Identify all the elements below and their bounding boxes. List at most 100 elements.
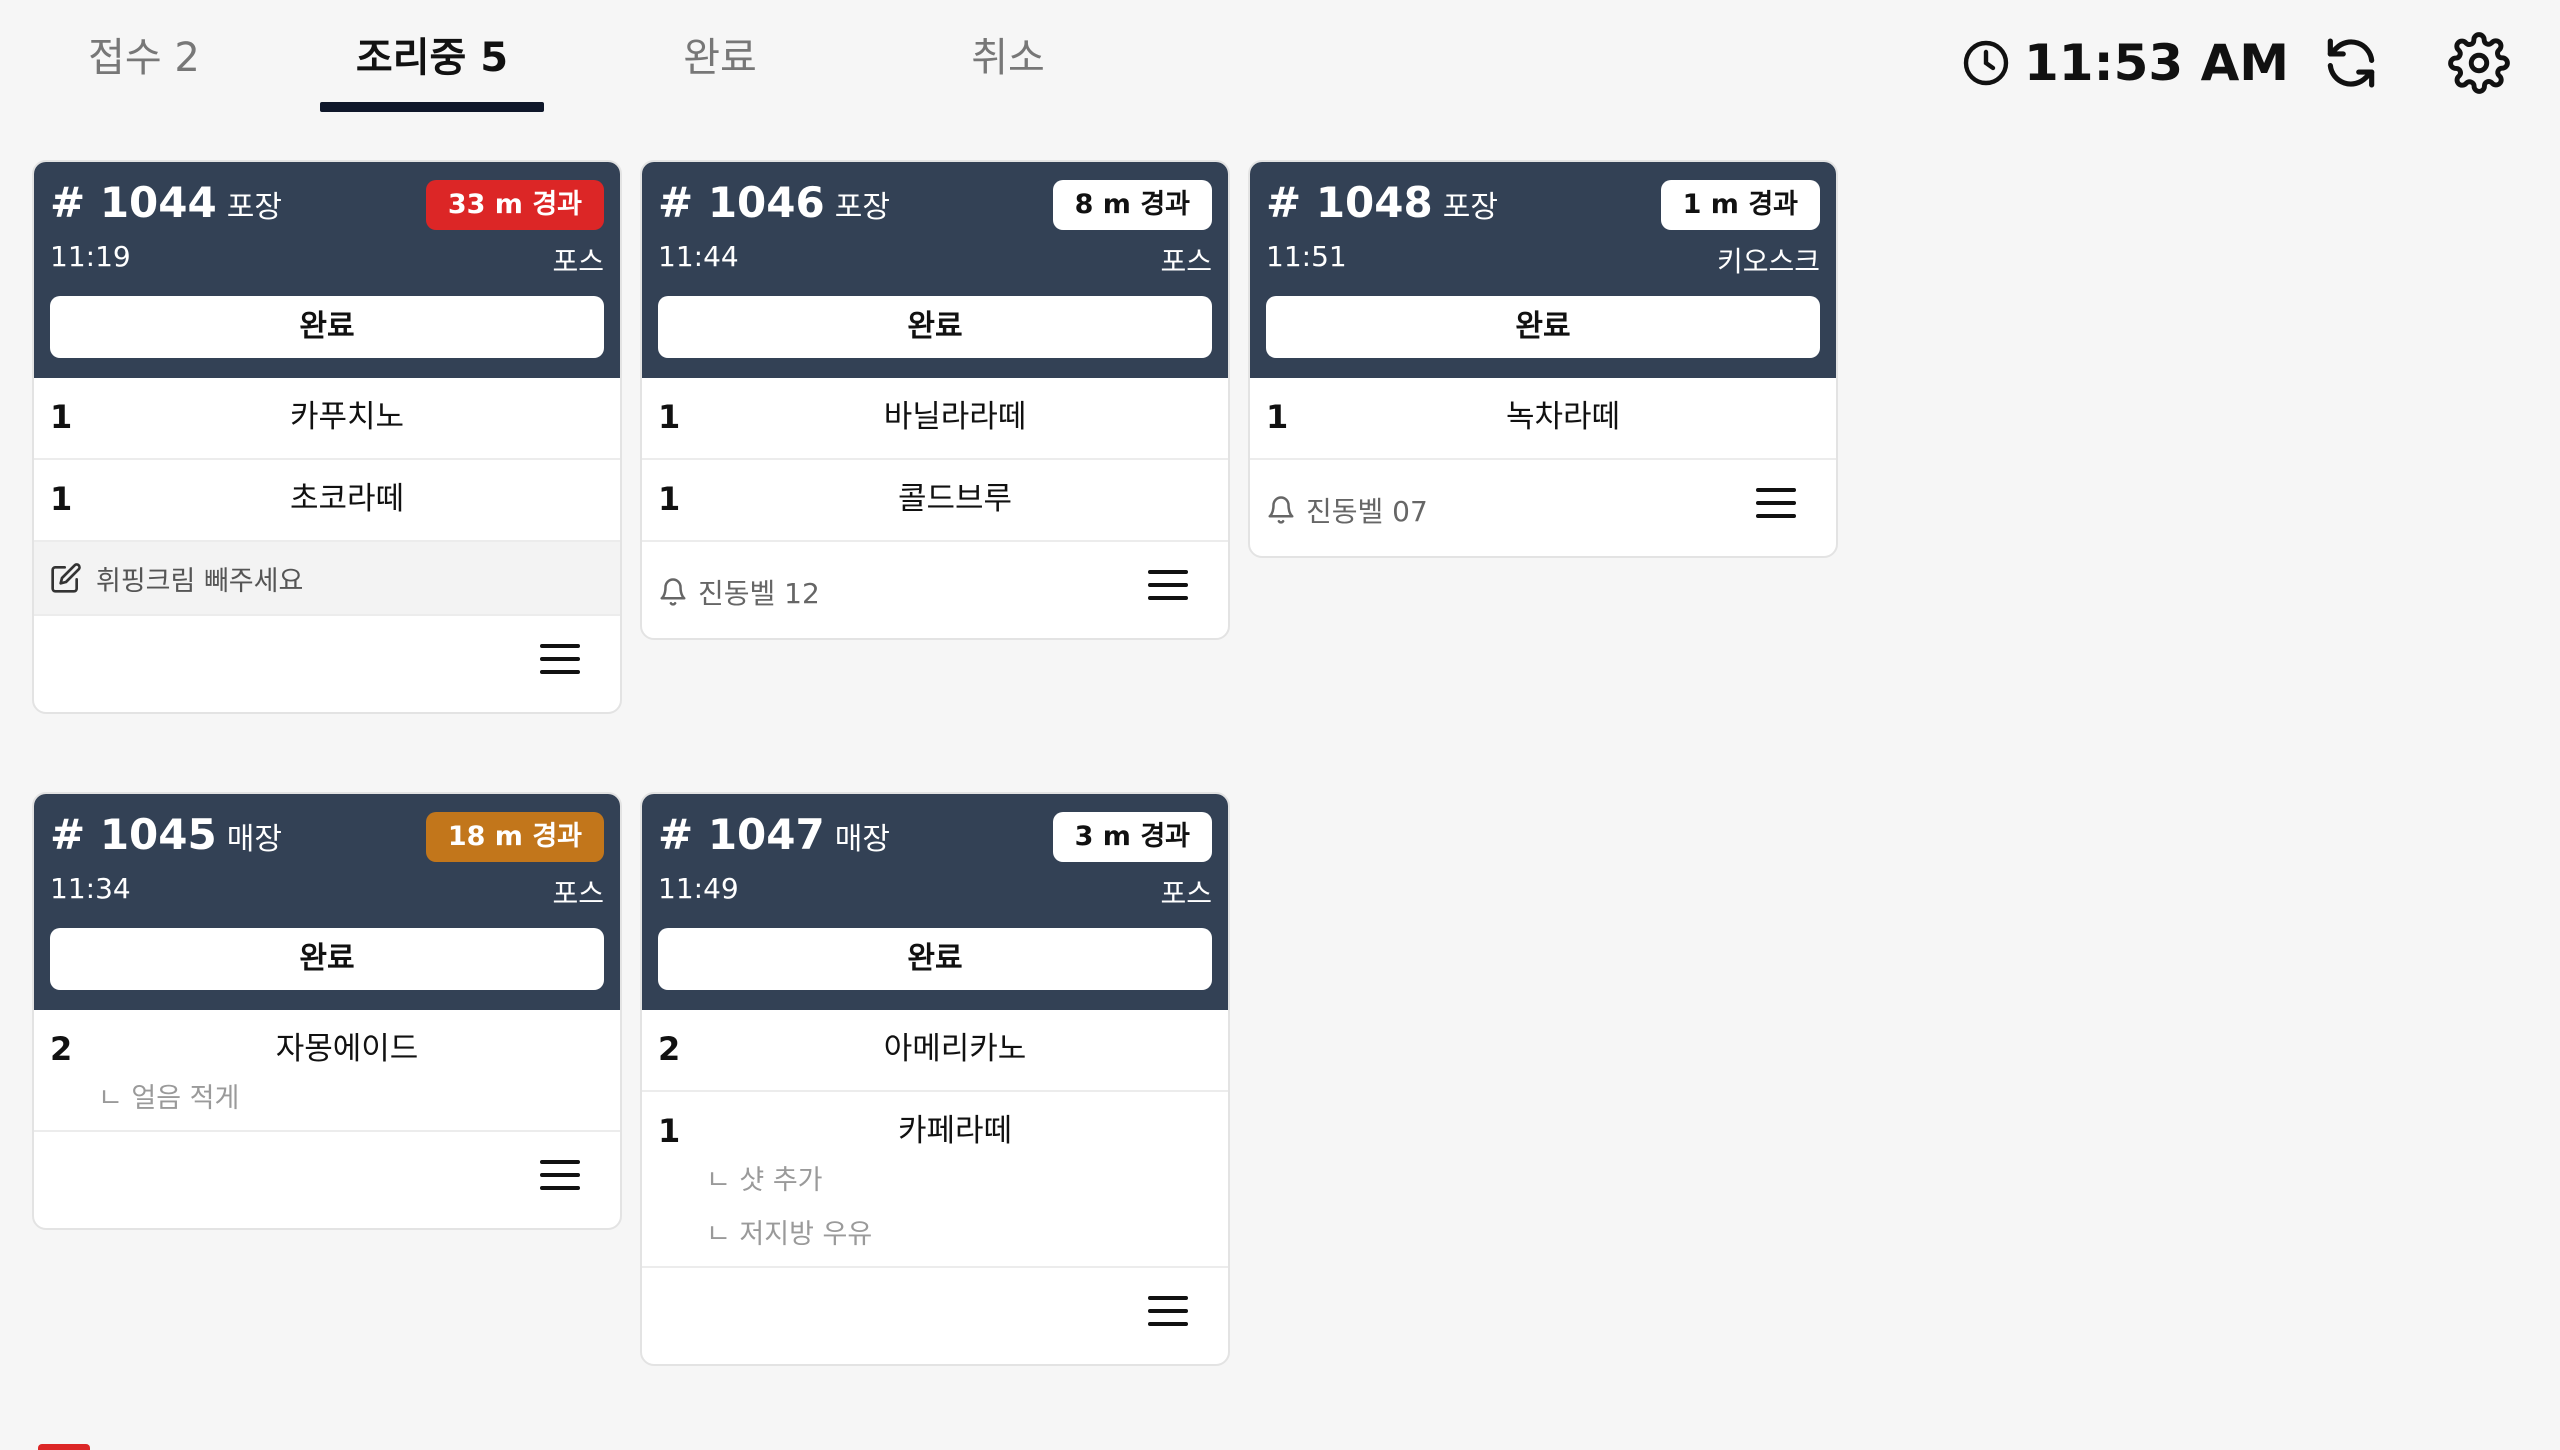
order-time: 11:51	[1266, 240, 1347, 273]
item-option: ㄴ 얼음 적게	[98, 1083, 240, 1114]
bell-icon	[658, 577, 688, 607]
active-tab-indicator	[320, 102, 544, 112]
refresh-button[interactable]	[2316, 28, 2386, 98]
item-quantity: 1	[1266, 398, 1289, 436]
elapsed-badge: 8 m 경과	[1052, 180, 1212, 230]
order-number: # 1048	[1266, 178, 1433, 227]
order-number: # 1046	[658, 178, 825, 227]
item-option: ㄴ 저지방 우유	[706, 1219, 873, 1250]
order-card-1047: # 1047 매장 3 m 경과 11:49 포스 완료 2 아메리카노 1 카페…	[640, 792, 1230, 1366]
memo-text: 휘핑크림 빼주세요	[96, 565, 304, 597]
pager-label: 진동벨 12	[698, 577, 820, 610]
order-card-footer	[34, 616, 620, 712]
pager-number: 진동벨 12	[658, 572, 820, 612]
tab-completed[interactable]: 완료	[660, 30, 780, 86]
tab-cooking[interactable]: 조리중 5	[320, 30, 544, 86]
tab-cancelled[interactable]: 취소	[948, 30, 1068, 86]
order-number: # 1044	[50, 178, 217, 227]
order-type: 매장	[834, 822, 890, 857]
order-source: 포스	[1160, 245, 1212, 278]
item-quantity: 1	[658, 398, 681, 436]
order-menu-button[interactable]	[540, 644, 580, 684]
pager-label: 진동벨 07	[1306, 495, 1428, 528]
order-type: 포장	[834, 190, 890, 225]
order-card-footer	[642, 1268, 1228, 1364]
order-card-footer	[34, 1132, 620, 1228]
order-source: 포스	[552, 245, 604, 278]
item-name: 아메리카노	[883, 1031, 1027, 1067]
complete-button[interactable]: 완료	[658, 296, 1212, 358]
item-name: 자몽에이드	[275, 1031, 419, 1067]
clock-time: 11:53 AM	[2024, 34, 2290, 92]
order-card-footer: 진동벨 12	[642, 542, 1228, 638]
item-name: 카페라떼	[897, 1113, 1013, 1149]
elapsed-badge: 3 m 경과	[1052, 812, 1212, 862]
order-card-header: # 1046 포장 8 m 경과 11:44 포스 완료	[642, 162, 1228, 378]
item-name: 바닐라라떼	[883, 399, 1027, 435]
order-number-line: # 1044 포장	[50, 178, 282, 227]
item-option: ㄴ 샷 추가	[706, 1165, 823, 1196]
order-card-footer: 진동벨 07	[1250, 460, 1836, 556]
elapsed-badge: 1 m 경과	[1660, 180, 1820, 230]
elapsed-badge: 33 m 경과	[425, 180, 604, 230]
order-item: 2 자몽에이드 ㄴ 얼음 적게	[34, 1010, 620, 1132]
item-quantity: 1	[50, 398, 73, 436]
item-quantity: 2	[50, 1030, 73, 1068]
order-number: # 1045	[50, 810, 217, 859]
order-number-line: # 1048 포장	[1266, 178, 1498, 227]
item-name: 콜드브루	[897, 481, 1013, 517]
order-item: 1 바닐라라떼	[642, 378, 1228, 460]
order-number-line: # 1046 포장	[658, 178, 890, 227]
order-menu-button[interactable]	[540, 1160, 580, 1200]
complete-button[interactable]: 완료	[50, 296, 604, 358]
order-time: 11:34	[50, 872, 131, 905]
order-card-header: # 1047 매장 3 m 경과 11:49 포스 완료	[642, 794, 1228, 1010]
complete-button[interactable]: 완료	[658, 928, 1212, 990]
order-time: 11:44	[658, 240, 739, 273]
item-quantity: 1	[50, 480, 73, 518]
edit-icon	[50, 562, 82, 594]
order-item: 1 초코라떼	[34, 460, 620, 542]
complete-button[interactable]: 완료	[1266, 296, 1820, 358]
order-card-1046: # 1046 포장 8 m 경과 11:44 포스 완료 1 바닐라라떼 1 콜드…	[640, 160, 1230, 640]
order-item: 1 콜드브루	[642, 460, 1228, 542]
item-quantity: 2	[658, 1030, 681, 1068]
order-item: 1 녹차라떼	[1250, 378, 1836, 460]
item-quantity: 1	[658, 480, 681, 518]
order-item: 1 카푸치노	[34, 378, 620, 460]
order-number-line: # 1045 매장	[50, 810, 282, 859]
bell-icon	[1266, 495, 1296, 525]
order-type: 포장	[226, 190, 282, 225]
order-source: 포스	[1160, 877, 1212, 910]
order-number-line: # 1047 매장	[658, 810, 890, 859]
order-menu-button[interactable]	[1756, 488, 1796, 528]
order-item: 1 카페라떼 ㄴ 샷 추가 ㄴ 저지방 우유	[642, 1092, 1228, 1268]
pager-number: 진동벨 07	[1266, 490, 1428, 530]
order-card-header: # 1045 매장 18 m 경과 11:34 포스 완료	[34, 794, 620, 1010]
settings-button[interactable]	[2444, 28, 2514, 98]
order-type: 포장	[1442, 190, 1498, 225]
tab-received[interactable]: 접수 2	[72, 30, 216, 86]
order-number: # 1047	[658, 810, 825, 859]
order-card-header: # 1044 포장 33 m 경과 11:19 포스 완료	[34, 162, 620, 378]
order-menu-button[interactable]	[1148, 570, 1188, 610]
complete-button[interactable]: 완료	[50, 928, 604, 990]
order-card-1045: # 1045 매장 18 m 경과 11:34 포스 완료 2 자몽에이드 ㄴ 얼…	[32, 792, 622, 1230]
gear-icon	[2448, 32, 2510, 94]
item-name: 녹차라떼	[1505, 399, 1621, 435]
alert-indicator	[38, 1444, 90, 1450]
order-time: 11:19	[50, 240, 131, 273]
order-card-1044: # 1044 포장 33 m 경과 11:19 포스 완료 1 카푸치노 1 초코…	[32, 160, 622, 714]
clock-icon	[1962, 39, 2010, 87]
item-quantity: 1	[658, 1112, 681, 1150]
refresh-icon	[2320, 32, 2382, 94]
elapsed-badge: 18 m 경과	[425, 812, 604, 862]
order-type: 매장	[226, 822, 282, 857]
order-card-header: # 1048 포장 1 m 경과 11:51 키오스크 완료	[1250, 162, 1836, 378]
order-card-1048: # 1048 포장 1 m 경과 11:51 키오스크 완료 1 녹차라떼 진동벨…	[1248, 160, 1838, 558]
order-menu-button[interactable]	[1148, 1296, 1188, 1336]
item-name: 카푸치노	[289, 399, 405, 435]
item-name: 초코라떼	[289, 481, 405, 517]
order-source: 포스	[552, 877, 604, 910]
top-bar: 접수 2 조리중 5 완료 취소 11:53 AM	[0, 0, 2560, 130]
